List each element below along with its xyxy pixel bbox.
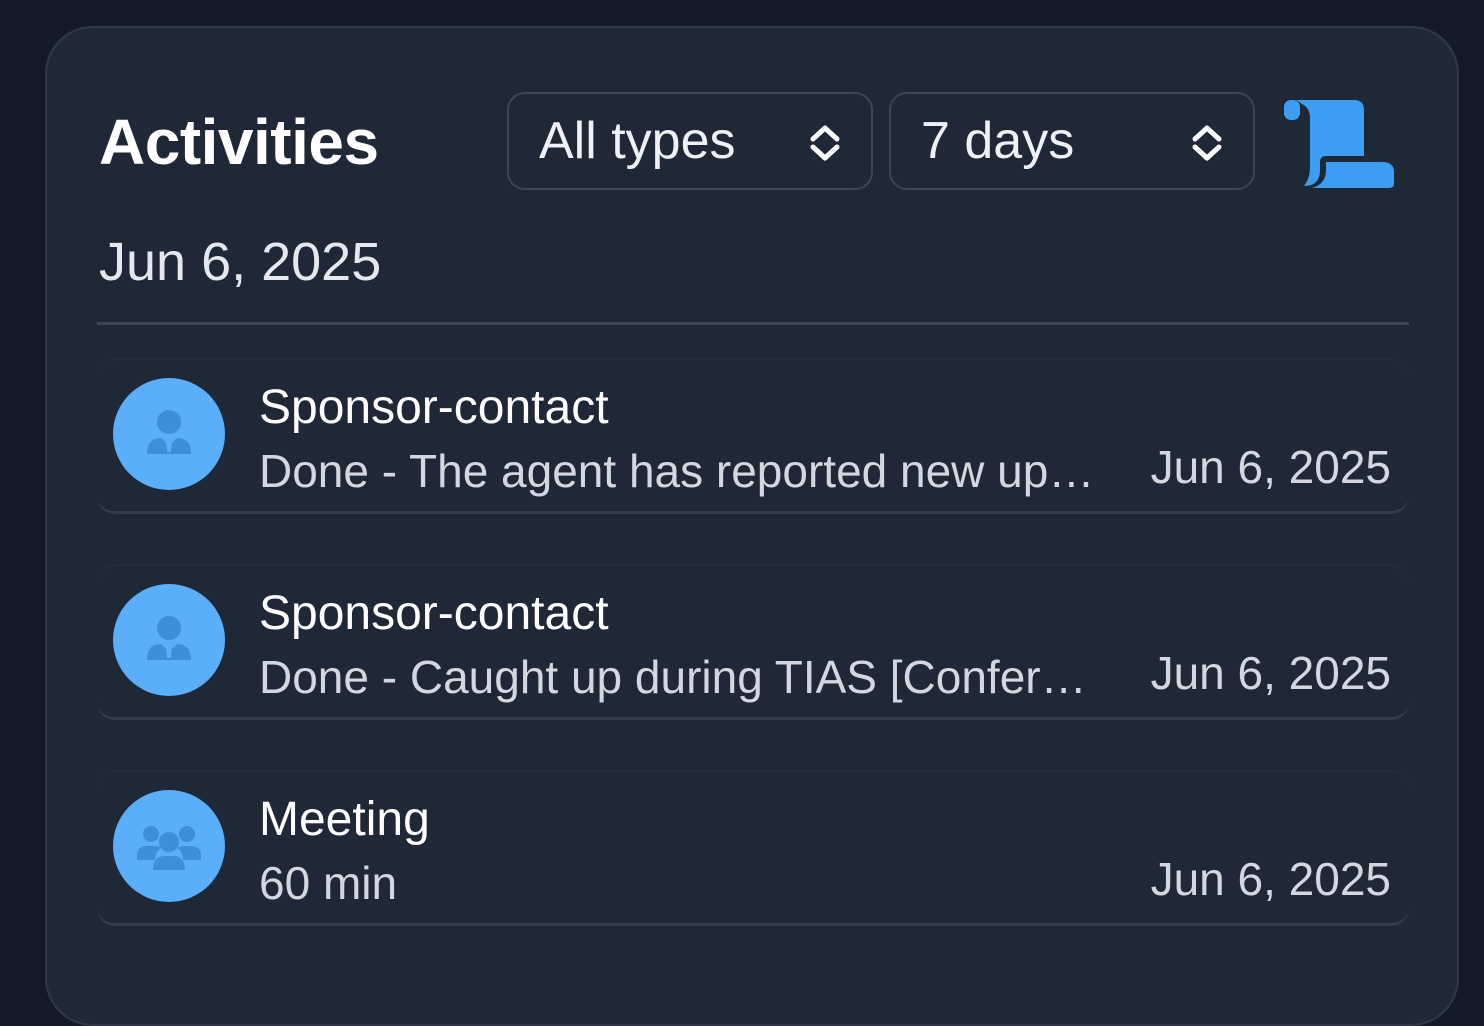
page-title: Activities xyxy=(99,106,379,178)
scroll-icon[interactable] xyxy=(1282,96,1398,188)
divider xyxy=(97,322,1409,325)
activity-item[interactable]: Sponsor-contact Done - The agent has rep… xyxy=(97,358,1409,514)
activity-date: Jun 6, 2025 xyxy=(1150,853,1391,905)
activity-date: Jun 6, 2025 xyxy=(1150,441,1391,493)
time-range-select[interactable]: 7 days xyxy=(889,92,1255,190)
activity-title: Sponsor-contact xyxy=(259,587,609,640)
chevron-up-down-icon xyxy=(810,125,840,161)
user-tie-icon xyxy=(147,616,191,660)
activities-header: Activities All types 7 days xyxy=(99,92,1409,192)
activity-description: Done - The agent has reported new update… xyxy=(259,445,1109,497)
people-group-icon xyxy=(137,826,201,870)
date-group-heading: Jun 6, 2025 xyxy=(99,232,382,292)
time-range-value: 7 days xyxy=(921,112,1075,170)
type-filter-value: All types xyxy=(539,112,736,170)
activities-card: Activities All types 7 days Jun 6, 2025 xyxy=(45,26,1459,1026)
activity-date: Jun 6, 2025 xyxy=(1150,647,1391,699)
type-filter-select[interactable]: All types xyxy=(507,92,873,190)
activity-title: Meeting xyxy=(259,793,430,846)
activity-title: Sponsor-contact xyxy=(259,381,609,434)
avatar xyxy=(113,378,225,490)
activity-list: Sponsor-contact Done - The agent has rep… xyxy=(97,358,1409,976)
chevron-up-down-icon xyxy=(1192,125,1222,161)
activity-item[interactable]: Sponsor-contact Done - Caught up during … xyxy=(97,564,1409,720)
activity-description: 60 min xyxy=(259,857,398,909)
avatar xyxy=(113,790,225,902)
activity-item[interactable]: Meeting 60 min Jun 6, 2025 xyxy=(97,770,1409,926)
user-tie-icon xyxy=(147,410,191,454)
activity-description: Done - Caught up during TIAS [Conference… xyxy=(259,651,1109,703)
avatar xyxy=(113,584,225,696)
